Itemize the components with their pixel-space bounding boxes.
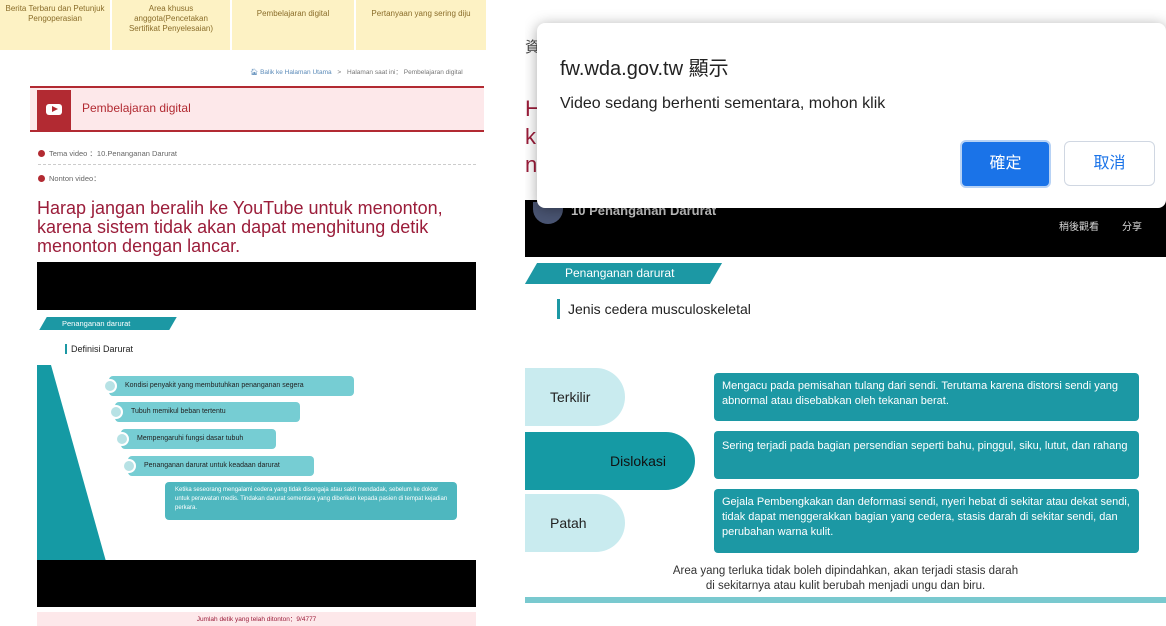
breadcrumb-separator: > bbox=[337, 69, 342, 76]
slide-item: Mempengaruhi fungsi dasar tubuh bbox=[121, 429, 276, 449]
slide-bullet bbox=[115, 432, 129, 446]
cancel-button[interactable]: 取消 bbox=[1064, 141, 1155, 186]
slide-banner-text: Penanganan darurat bbox=[565, 266, 675, 280]
share-button[interactable]: 分享 bbox=[1122, 218, 1142, 233]
breadcrumb: 🏠︎ Balik ke Halaman Utama > Halaman saat… bbox=[250, 66, 463, 76]
video-theme: Tema video ：10.Penanganan Darurat bbox=[38, 148, 177, 159]
video-theme-label: Tema video ：10.Penanganan Darurat bbox=[49, 149, 177, 158]
video-player[interactable]: Penanganan darurat Definisi Darurat Kond… bbox=[37, 262, 476, 607]
dialog-message: Video sedang berhenti sementara, mohon k… bbox=[560, 95, 886, 112]
background-text: n bbox=[525, 152, 538, 177]
nav-digital-learning[interactable]: Pembelajaran digital bbox=[232, 0, 354, 50]
slide-banner-text: Penanganan darurat bbox=[62, 319, 131, 328]
slide-item: Penanganan darurat untuk keadaan darurat bbox=[128, 456, 314, 476]
ok-button[interactable]: 確定 bbox=[960, 140, 1051, 188]
section-title: Pembelajaran digital bbox=[82, 101, 191, 115]
slide-item: Kondisi penyakit yang membutuhkan penang… bbox=[109, 376, 354, 396]
slide-decoration bbox=[37, 365, 107, 560]
youtube-video-header: 10 Penanganan Darurat 稍後觀看 分享 bbox=[525, 200, 1166, 257]
injury-label-dislokasi: Dislokasi bbox=[525, 432, 695, 490]
nav-news[interactable]: Berita Terbaru dan Petunjuk Pengoperasia… bbox=[0, 0, 110, 50]
slide-note: Area yang terluka tidak boleh dipindahka… bbox=[525, 564, 1166, 594]
course-page-with-dialog: 資 H k n 10 Penanganan Darurat 稍後觀看 分享 Pe… bbox=[525, 0, 1166, 626]
watch-video-label: Nonton video： bbox=[49, 174, 101, 183]
slide-heading: Definisi Darurat bbox=[65, 344, 133, 354]
slide-note-line: di sekitarnya atau kulit berubah menjadi… bbox=[705, 580, 986, 592]
section-header: Pembelajaran digital bbox=[30, 86, 484, 132]
slide-detail: Ketika seseorang mengalami cedera yang t… bbox=[165, 482, 457, 520]
injury-label-terkilir: Terkilir bbox=[525, 368, 625, 426]
slide-note-line: Area yang terluka tidak boleh dipindahka… bbox=[672, 565, 1019, 577]
arrow-bullet-icon bbox=[38, 150, 45, 157]
watch-later-button[interactable]: 稍後觀看 bbox=[1059, 218, 1099, 233]
slide-bottom-bar bbox=[525, 597, 1166, 603]
slide-item: Tubuh memikul beban tertentu bbox=[115, 402, 300, 422]
injury-description: Sering terjadi pada bagian persendian se… bbox=[714, 431, 1139, 479]
slide-bullet bbox=[122, 459, 136, 473]
home-icon: 🏠︎ bbox=[250, 69, 259, 76]
injury-label-patah: Patah bbox=[525, 494, 625, 552]
slide-heading: Jenis cedera musculoskeletal bbox=[557, 299, 751, 319]
injury-description: Gejala Pembengkakan dan deformasi sendi,… bbox=[714, 489, 1139, 553]
injury-description: Mengacu pada pemisahan tulang dari sendi… bbox=[714, 373, 1139, 421]
breadcrumb-current: Halaman saat ini： Pembelajaran digital bbox=[347, 69, 463, 76]
alert-dialog: fw.wda.gov.tw 顯示 Video sedang berhenti s… bbox=[537, 23, 1166, 208]
video-slide: Penanganan darurat Definisi Darurat Kond… bbox=[37, 310, 476, 560]
background-text: k bbox=[525, 124, 536, 149]
slide-bullet bbox=[103, 379, 117, 393]
seconds-counter: Jumlah detik yang telah ditonton：9/4777 bbox=[37, 612, 476, 626]
slide-bullet bbox=[109, 405, 123, 419]
youtube-icon bbox=[37, 90, 71, 130]
video-slide[interactable]: Penanganan darurat Jenis cedera musculos… bbox=[525, 257, 1166, 603]
nav-faq[interactable]: Pertanyaan yang sering diju bbox=[356, 0, 486, 50]
top-navigation: Berita Terbaru dan Petunjuk Pengoperasia… bbox=[0, 0, 490, 50]
divider bbox=[38, 164, 476, 165]
dialog-title: fw.wda.gov.tw 顯示 bbox=[560, 58, 729, 80]
breadcrumb-home-link[interactable]: Balik ke Halaman Utama bbox=[260, 69, 332, 76]
youtube-warning: Harap jangan beralih ke YouTube untuk me… bbox=[37, 198, 443, 256]
nav-member-area[interactable]: Area khusus anggota(Pencetakan Sertifika… bbox=[112, 0, 230, 50]
arrow-bullet-icon bbox=[38, 175, 45, 182]
course-page: Berita Terbaru dan Petunjuk Pengoperasia… bbox=[0, 0, 490, 626]
watch-video: Nonton video： bbox=[38, 173, 101, 184]
